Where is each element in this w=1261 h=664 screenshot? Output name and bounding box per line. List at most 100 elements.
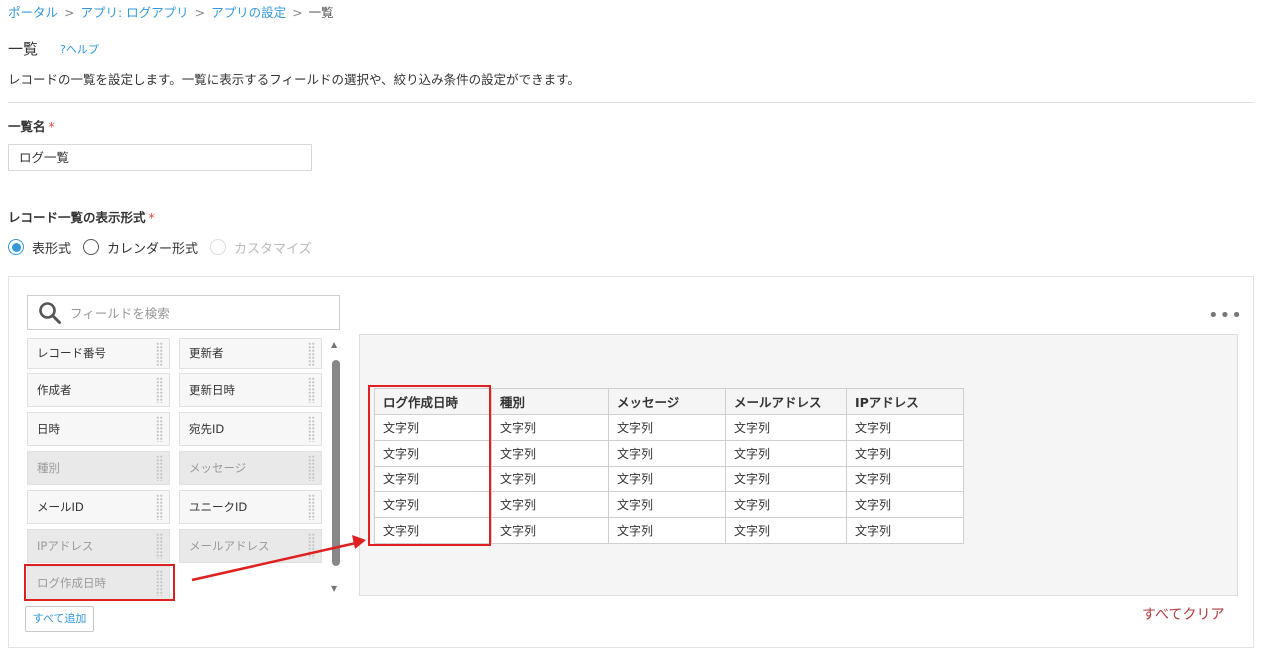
field-chip-label: 宛先ID <box>189 422 225 436</box>
drag-handle-icon <box>156 455 163 481</box>
drag-handle-icon <box>156 570 163 596</box>
breadcrumb: ポータル > アプリ: ログアプリ > アプリの設定 > 一覧 <box>8 2 334 21</box>
preview-column-header[interactable]: 種別 <box>491 388 609 415</box>
radio-button-disabled <box>210 239 227 255</box>
preview-row: 文字列 文字列 文字列 文字列 文字列 <box>374 439 964 467</box>
preview-cell: 文字列 <box>608 517 726 544</box>
drag-handle-icon[interactable] <box>156 416 163 442</box>
field-chip[interactable]: 日時 <box>27 412 170 446</box>
field-chip-label: 種別 <box>37 461 60 475</box>
more-options-icon[interactable]: ••• <box>1208 305 1243 326</box>
view-name-label-text: 一覧名 <box>8 119 46 134</box>
field-chip-label: ログ作成日時 <box>37 576 106 590</box>
preview-cell: 文字列 <box>846 517 964 544</box>
field-chip-label: メールアドレス <box>189 539 270 553</box>
preview-cell: 文字列 <box>374 439 492 467</box>
field-search-box[interactable]: フィールドを検索 <box>27 295 340 330</box>
preview-cell: 文字列 <box>374 517 492 544</box>
preview-cell: 文字列 <box>374 465 492 493</box>
preview-cell: 文字列 <box>725 517 847 544</box>
field-chip-label: メッセージ <box>189 461 247 475</box>
palette-scrollbar-thumb[interactable] <box>332 360 340 566</box>
preview-column-header[interactable]: メールアドレス <box>725 388 847 415</box>
field-chip[interactable]: 更新者 <box>179 338 322 369</box>
field-chip-label: 更新日時 <box>189 383 235 397</box>
preview-cell: 文字列 <box>846 439 964 467</box>
radio-calendar-format[interactable]: カレンダー形式 <box>83 238 198 257</box>
preview-column-header[interactable]: ログ作成日時 <box>374 388 492 415</box>
preview-column-header[interactable]: IPアドレス <box>846 388 964 415</box>
breadcrumb-separator: > <box>292 5 303 20</box>
field-chip-used: メールアドレス <box>179 529 322 563</box>
radio-customize: カスタマイズ <box>210 238 312 257</box>
field-chip[interactable]: 作成者 <box>27 373 170 407</box>
preview-header-row: ログ作成日時 種別 メッセージ メールアドレス IPアドレス <box>374 388 964 415</box>
preview-cell: 文字列 <box>374 491 492 519</box>
view-name-input[interactable]: ログ一覧 <box>8 144 312 171</box>
field-chip-used: メッセージ <box>179 451 322 485</box>
preview-cell: 文字列 <box>846 465 964 493</box>
breadcrumb-separator: > <box>64 5 75 20</box>
clear-all-link[interactable]: すべてクリア <box>1142 604 1224 624</box>
drag-handle-icon[interactable] <box>308 342 315 366</box>
field-chip-used: 種別 <box>27 451 170 485</box>
preview-cell: 文字列 <box>491 491 609 519</box>
preview-cell: 文字列 <box>608 439 726 467</box>
breadcrumb-app-settings-link[interactable]: アプリの設定 <box>211 5 286 20</box>
preview-cell: 文字列 <box>608 414 726 441</box>
preview-column-header[interactable]: メッセージ <box>608 388 726 415</box>
field-chip[interactable]: 宛先ID <box>179 412 322 446</box>
breadcrumb-app-link[interactable]: アプリ: ログアプリ <box>81 5 189 20</box>
preview-cell: 文字列 <box>608 491 726 519</box>
display-format-radio-group: 表形式 カレンダー形式 カスタマイズ <box>8 236 324 258</box>
scroll-up-arrow-icon[interactable]: ▲ <box>331 340 337 349</box>
preview-cell: 文字列 <box>725 465 847 493</box>
radio-label: 表形式 <box>32 241 72 257</box>
breadcrumb-portal-link[interactable]: ポータル <box>8 5 58 20</box>
radio-table-format[interactable]: 表形式 <box>8 238 71 257</box>
field-chip[interactable]: ユニークID <box>179 490 322 524</box>
preview-row: 文字列 文字列 文字列 文字列 文字列 <box>374 517 964 544</box>
display-format-label: レコード一覧の表示形式 * <box>8 207 155 226</box>
preview-row: 文字列 文字列 文字列 文字列 文字列 <box>374 465 964 493</box>
preview-cell: 文字列 <box>725 414 847 441</box>
field-chip-label: 更新者 <box>189 346 224 360</box>
display-format-label-text: レコード一覧の表示形式 <box>8 210 146 225</box>
drag-handle-icon[interactable] <box>156 494 163 520</box>
field-chip-used: ログ作成日時 <box>27 566 170 600</box>
drag-handle-icon <box>308 533 315 559</box>
required-mark: * <box>48 119 55 134</box>
field-chip[interactable]: メールID <box>27 490 170 524</box>
page-description: レコードの一覧を設定します。一覧に表示するフィールドの選択や、絞り込み条件の設定… <box>8 72 580 87</box>
add-all-button[interactable]: すべて追加 <box>25 606 94 632</box>
required-mark: * <box>148 210 155 225</box>
preview-cell: 文字列 <box>491 414 609 441</box>
field-chip-label: 作成者 <box>37 383 72 397</box>
radio-label: カレンダー形式 <box>107 241 199 257</box>
preview-cell: 文字列 <box>608 465 726 493</box>
radio-button-selected[interactable] <box>8 239 24 255</box>
drag-handle-icon[interactable] <box>308 377 315 403</box>
field-chip-label: メールID <box>37 500 84 514</box>
preview-cell: 文字列 <box>491 439 609 467</box>
field-chip[interactable]: レコード番号 <box>27 338 170 369</box>
field-chip[interactable]: 更新日時 <box>179 373 322 407</box>
drag-handle-icon[interactable] <box>156 342 163 366</box>
drag-handle-icon[interactable] <box>308 416 315 442</box>
preview-cell: 文字列 <box>374 414 492 441</box>
help-link[interactable]: ?ヘルプ <box>60 41 99 57</box>
preview-table: ログ作成日時 種別 メッセージ メールアドレス IPアドレス 文字列 文字列 文… <box>374 388 964 544</box>
divider <box>8 102 1254 103</box>
breadcrumb-current: 一覧 <box>308 5 334 20</box>
drag-handle-icon[interactable] <box>156 377 163 403</box>
drag-handle-icon <box>156 533 163 559</box>
scroll-down-arrow-icon[interactable]: ▼ <box>331 584 337 593</box>
preview-cell: 文字列 <box>846 491 964 519</box>
field-chip-label: 日時 <box>37 422 60 436</box>
drag-handle-icon <box>308 455 315 481</box>
drag-handle-icon[interactable] <box>308 494 315 520</box>
field-palette: レコード番号 更新者 作成者 更新日時 日時 宛先ID 種別 メッセージ メール… <box>27 338 327 600</box>
preview-row: 文字列 文字列 文字列 文字列 文字列 <box>374 491 964 519</box>
radio-button[interactable] <box>83 239 100 255</box>
breadcrumb-separator: > <box>194 5 206 20</box>
